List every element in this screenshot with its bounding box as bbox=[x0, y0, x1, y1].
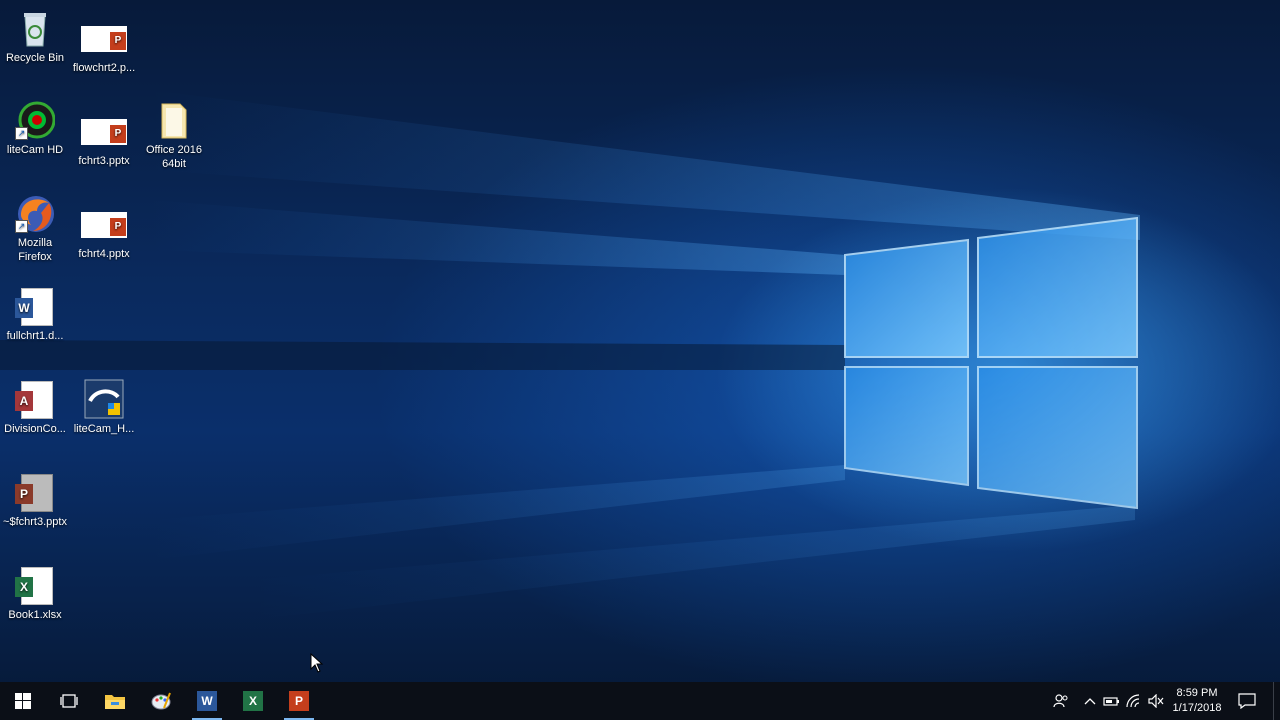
desktop-icon-label: Mozilla Firefox bbox=[17, 237, 53, 263]
task-view-icon bbox=[60, 694, 78, 708]
battery-icon bbox=[1103, 697, 1119, 706]
desktop-icon-fchrt3-temp[interactable]: P ~$fchrt3.pptx bbox=[0, 472, 70, 529]
desktop-icon-litecam-installer[interactable]: liteCam_H... bbox=[69, 379, 139, 436]
excel-taskbar-button[interactable]: X bbox=[230, 682, 276, 720]
excel-badge-icon: X bbox=[15, 577, 33, 597]
volume-muted-icon bbox=[1148, 694, 1164, 708]
taskbar-clock[interactable]: 8:59 PM 1/17/2018 bbox=[1167, 686, 1227, 716]
start-button[interactable] bbox=[0, 682, 46, 720]
desktop-icon-label: fchrt3.pptx bbox=[78, 155, 130, 167]
desktop-icon-label: fullchrt1.d... bbox=[6, 330, 64, 342]
action-center-button[interactable] bbox=[1227, 682, 1267, 720]
show-desktop-button[interactable] bbox=[1273, 682, 1280, 720]
excel-icon: X bbox=[243, 691, 263, 711]
powerpoint-taskbar-button[interactable]: P bbox=[276, 682, 322, 720]
shortcut-arrow-icon: ↗ bbox=[15, 220, 28, 233]
recycle-bin-icon bbox=[15, 8, 55, 48]
desktop-icon-fullchrt1[interactable]: W fullchrt1.d... bbox=[0, 286, 70, 343]
desktop-icon-divisionco[interactable]: A DivisionCo... bbox=[0, 379, 70, 436]
file-explorer-button[interactable] bbox=[92, 682, 138, 720]
powerpoint-file-icon: P bbox=[81, 18, 127, 58]
powerpoint-badge-icon: P bbox=[15, 484, 33, 504]
file-explorer-icon bbox=[105, 695, 125, 709]
desktop-icon-label: liteCam_H... bbox=[73, 423, 135, 435]
desktop-icon-office-2016[interactable]: Office 2016 64bit bbox=[139, 100, 209, 171]
litecam-icon: ↗ bbox=[15, 100, 56, 140]
word-icon-letter: W bbox=[201, 694, 213, 708]
installer-icon bbox=[84, 379, 124, 419]
desktop-icon-label: DivisionCo... bbox=[4, 423, 66, 435]
desktop-icon-mozilla-firefox[interactable]: ↗ Mozilla Firefox bbox=[0, 193, 70, 264]
word-file-icon: W bbox=[15, 286, 55, 326]
excel-icon-letter: X bbox=[248, 694, 257, 708]
powerpoint-icon: P bbox=[289, 691, 309, 711]
word-icon: W bbox=[197, 691, 217, 711]
people-icon bbox=[1053, 694, 1068, 708]
access-file-icon: A bbox=[15, 379, 55, 419]
powerpoint-badge-icon: P bbox=[110, 32, 126, 50]
mouse-cursor-icon bbox=[310, 653, 324, 673]
powerpoint-file-icon: P bbox=[15, 472, 55, 512]
desktop-icon-label: Office 2016 64bit bbox=[145, 144, 203, 170]
powerpoint-file-icon: P bbox=[81, 111, 127, 151]
excel-file-icon: X bbox=[15, 565, 55, 605]
people-button[interactable] bbox=[1043, 682, 1079, 720]
chevron-up-icon bbox=[1084, 698, 1096, 705]
desktop-icon-label: Book1.xlsx bbox=[8, 609, 62, 621]
desktop-icon-fchrt4[interactable]: P fchrt4.pptx bbox=[69, 204, 139, 261]
desktop-icon-recycle-bin[interactable]: Recycle Bin bbox=[0, 8, 70, 65]
action-center-icon bbox=[1238, 693, 1256, 709]
word-taskbar-button[interactable]: W bbox=[184, 682, 230, 720]
network-button[interactable] bbox=[1123, 682, 1145, 720]
powerpoint-badge-icon: P bbox=[110, 218, 126, 236]
desktop-icon-label: flowchrt2.p... bbox=[72, 62, 136, 74]
paint-app-icon bbox=[151, 692, 171, 710]
clock-date: 1/17/2018 bbox=[1172, 702, 1222, 714]
wifi-icon bbox=[1126, 694, 1140, 708]
volume-button[interactable] bbox=[1145, 682, 1167, 720]
desktop-icon-label: fchrt4.pptx bbox=[78, 248, 130, 260]
powerpoint-badge-icon: P bbox=[110, 125, 126, 143]
windows-start-icon bbox=[15, 693, 31, 709]
paint-app-button[interactable] bbox=[138, 682, 184, 720]
desktop-icon-book1[interactable]: X Book1.xlsx bbox=[0, 565, 70, 622]
powerpoint-icon-letter: P bbox=[294, 694, 303, 708]
powerpoint-file-icon: P bbox=[81, 204, 127, 244]
desktop-icon-label: liteCam HD bbox=[6, 144, 64, 156]
access-badge-icon: A bbox=[15, 391, 33, 411]
desktop: Recycle Bin P flowchrt2.p... ↗ liteCam H… bbox=[0, 0, 1280, 682]
show-hidden-icons-button[interactable] bbox=[1079, 682, 1101, 720]
system-tray: 8:59 PM 1/17/2018 bbox=[1043, 682, 1280, 720]
desktop-icon-litecam-hd[interactable]: ↗ liteCam HD bbox=[0, 100, 70, 157]
desktop-icon-label: ~$fchrt3.pptx bbox=[3, 516, 67, 528]
folder-icon bbox=[154, 100, 194, 140]
desktop-icon-label: Recycle Bin bbox=[5, 52, 65, 64]
shortcut-arrow-icon: ↗ bbox=[15, 127, 28, 140]
word-badge-icon: W bbox=[15, 298, 33, 318]
taskbar: W X P 8:59 PM 1/17/2018 bbox=[0, 682, 1280, 720]
firefox-icon: ↗ bbox=[15, 193, 55, 233]
desktop-icon-flowchrt2[interactable]: P flowchrt2.p... bbox=[69, 18, 139, 75]
desktop-icon-fchrt3[interactable]: P fchrt3.pptx bbox=[69, 111, 139, 168]
battery-button[interactable] bbox=[1101, 682, 1123, 720]
task-view-button[interactable] bbox=[46, 682, 92, 720]
clock-time: 8:59 PM bbox=[1176, 687, 1218, 699]
